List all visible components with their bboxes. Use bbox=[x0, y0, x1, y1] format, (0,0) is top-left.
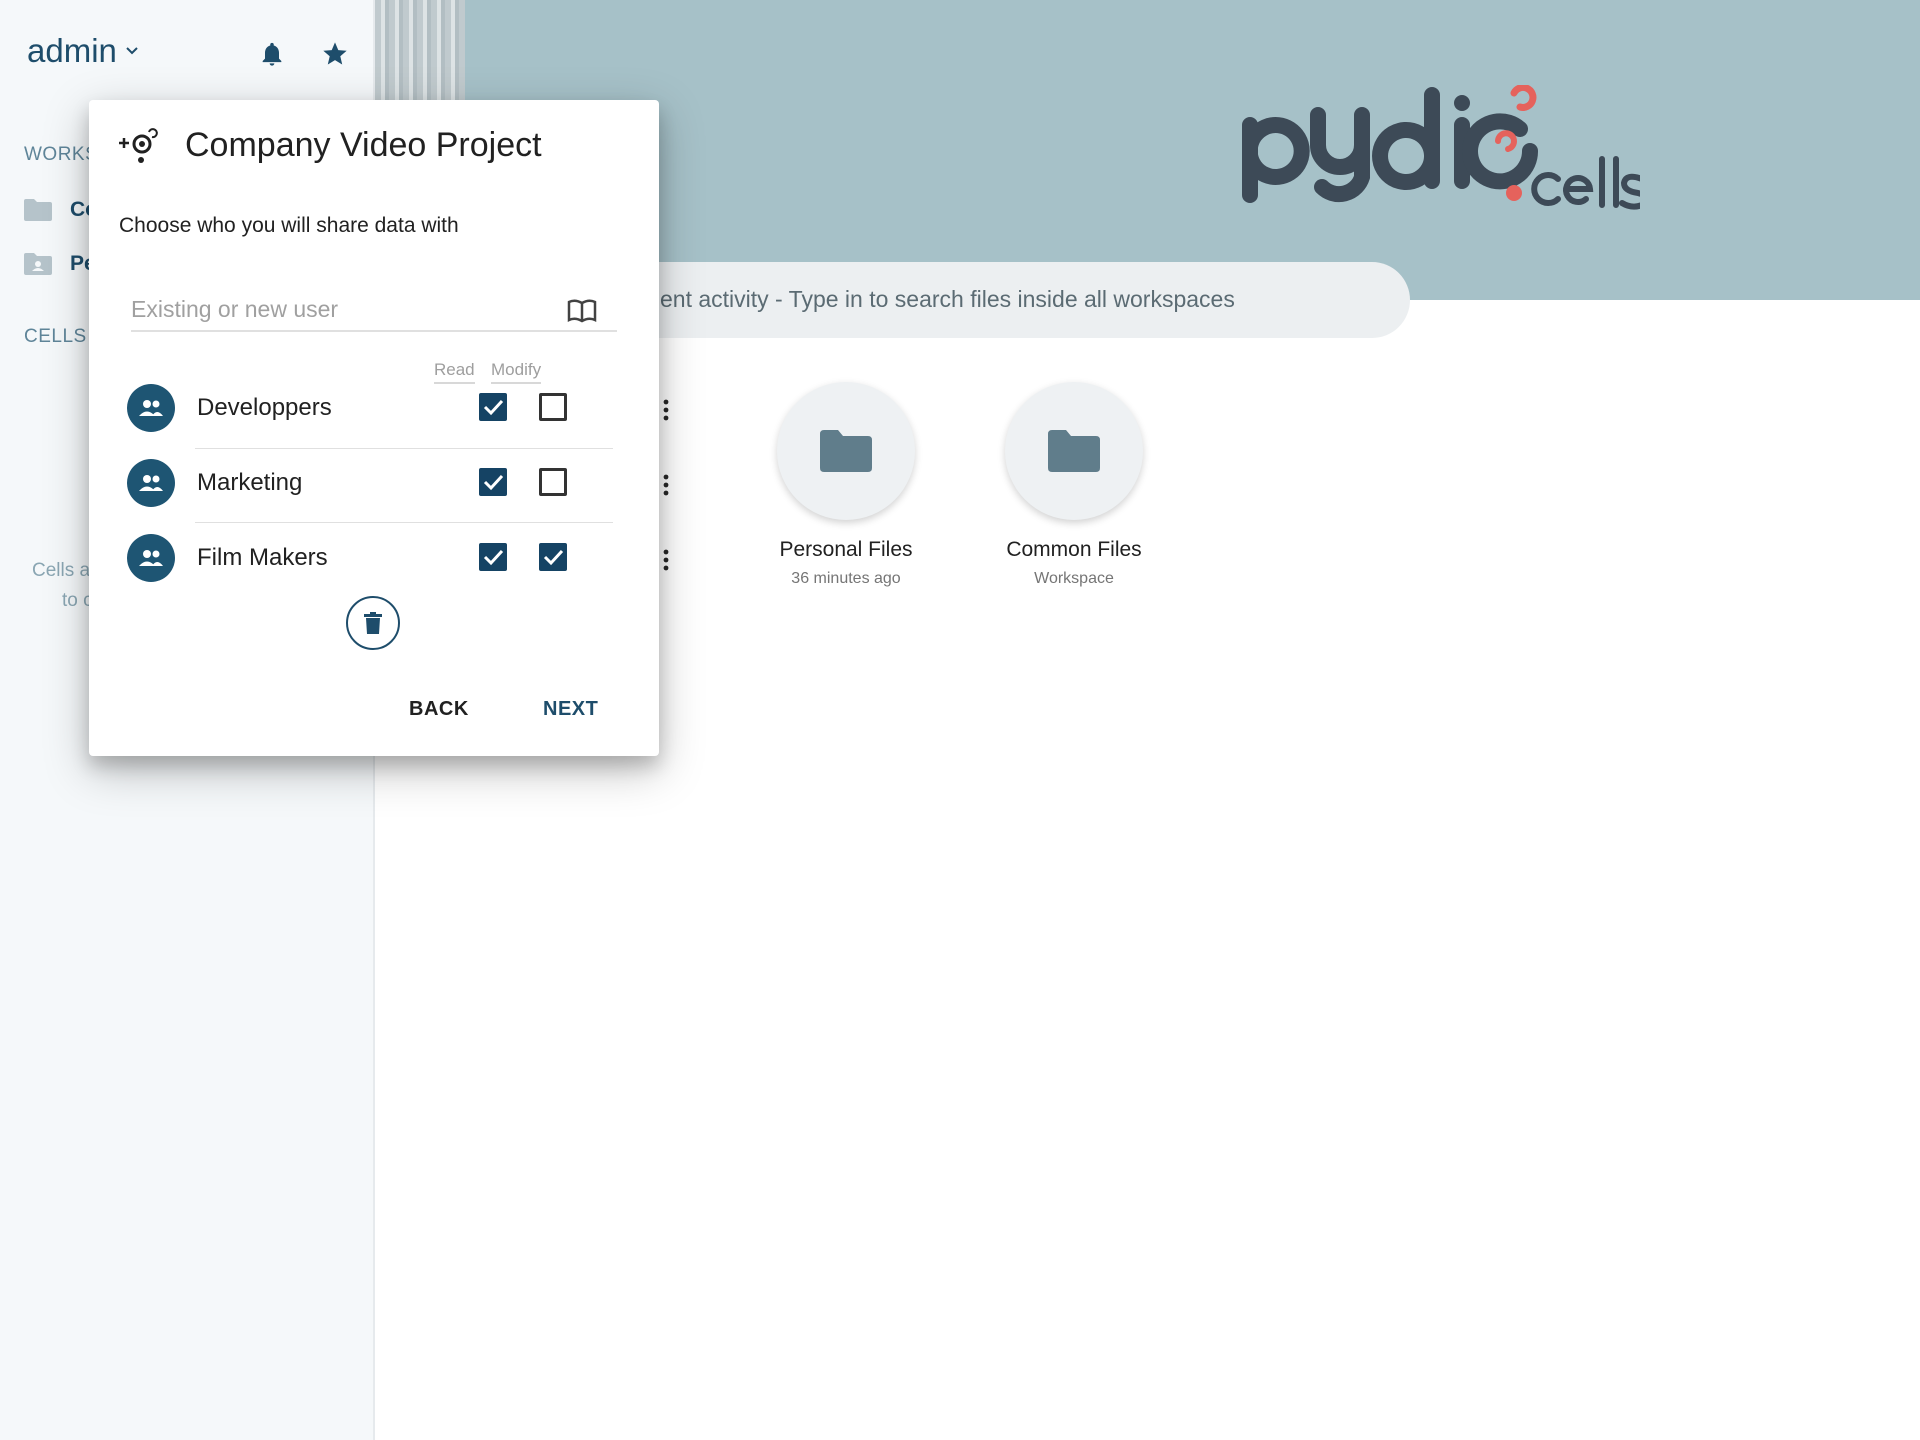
user-search-input[interactable] bbox=[131, 288, 617, 332]
dialog-title: Company Video Project bbox=[185, 126, 542, 164]
modify-checkbox[interactable] bbox=[539, 543, 567, 571]
group-icon bbox=[139, 550, 163, 566]
folder-icon bbox=[1048, 430, 1100, 472]
dialog-subtitle: Choose who you will share data with bbox=[119, 214, 459, 237]
share-row-label: Marketing bbox=[197, 469, 303, 496]
folder-icon bbox=[820, 430, 872, 472]
bell-icon[interactable] bbox=[258, 40, 286, 68]
sidebar-item-personal[interactable]: Pe bbox=[24, 252, 96, 276]
checkmark-icon bbox=[483, 399, 504, 416]
workspace-title: Common Files bbox=[1006, 538, 1142, 561]
read-checkbox[interactable] bbox=[479, 393, 507, 421]
workspace-tile-circle[interactable] bbox=[777, 382, 915, 520]
read-checkbox[interactable] bbox=[479, 543, 507, 571]
shared-folder-icon bbox=[24, 253, 52, 275]
checkmark-icon bbox=[483, 474, 504, 491]
address-book-icon[interactable] bbox=[567, 298, 597, 324]
more-vertical-icon[interactable] bbox=[663, 549, 669, 571]
sidebar-note: Cells a to c bbox=[32, 556, 93, 616]
user-name: admin bbox=[27, 32, 117, 69]
group-avatar bbox=[127, 534, 175, 582]
workspace-tile-common[interactable]: Common Files Workspace bbox=[954, 382, 1194, 588]
delete-button[interactable] bbox=[346, 596, 400, 650]
user-menu[interactable]: admin bbox=[27, 32, 139, 70]
add-cell-icon bbox=[119, 128, 158, 163]
more-vertical-icon[interactable] bbox=[663, 399, 669, 421]
more-vertical-icon[interactable] bbox=[663, 474, 669, 496]
workspace-tile-circle[interactable] bbox=[1005, 382, 1143, 520]
sidebar-item-common[interactable]: Co bbox=[24, 198, 98, 222]
workspaces-section-label: WORKS bbox=[24, 144, 99, 165]
group-avatar bbox=[127, 384, 175, 432]
group-icon bbox=[139, 475, 163, 491]
read-checkbox[interactable] bbox=[479, 468, 507, 496]
sidebar-note-line: to c bbox=[62, 590, 93, 611]
folder-icon bbox=[24, 199, 52, 221]
share-row-label: Developpers bbox=[197, 394, 332, 421]
share-row-film-makers: Film Makers bbox=[127, 524, 669, 598]
chevron-down-icon bbox=[126, 47, 138, 55]
share-row-marketing: Marketing bbox=[127, 449, 669, 523]
checkmark-icon bbox=[483, 549, 504, 566]
back-button[interactable]: BACK bbox=[409, 698, 469, 721]
group-icon bbox=[139, 400, 163, 416]
search-input-hint[interactable]: ent activity - Type in to search files i… bbox=[660, 286, 1235, 313]
workspace-tile-personal[interactable]: Personal Files 36 minutes ago bbox=[726, 382, 966, 588]
star-icon[interactable] bbox=[321, 40, 349, 68]
hero-banner bbox=[465, 0, 1920, 300]
pydio-cells-logo bbox=[1242, 85, 1640, 210]
workspace-title: Personal Files bbox=[779, 538, 913, 561]
share-row-developpers: Developpers bbox=[127, 374, 669, 448]
group-avatar bbox=[127, 459, 175, 507]
sidebar-note-line: Cells a bbox=[32, 560, 91, 581]
workspace-subtitle: 36 minutes ago bbox=[791, 570, 901, 587]
share-row-label: Film Makers bbox=[197, 544, 328, 571]
checkmark-icon bbox=[543, 549, 564, 566]
trash-icon bbox=[364, 612, 382, 634]
workspace-subtitle: Workspace bbox=[1034, 570, 1114, 587]
next-button[interactable]: NEXT bbox=[543, 698, 598, 721]
modify-checkbox[interactable] bbox=[539, 393, 567, 421]
share-dialog: Company Video Project Choose who you wil… bbox=[89, 100, 669, 756]
cells-section-label: CELLS bbox=[24, 326, 87, 347]
modify-checkbox[interactable] bbox=[539, 468, 567, 496]
row-divider bbox=[195, 522, 613, 523]
